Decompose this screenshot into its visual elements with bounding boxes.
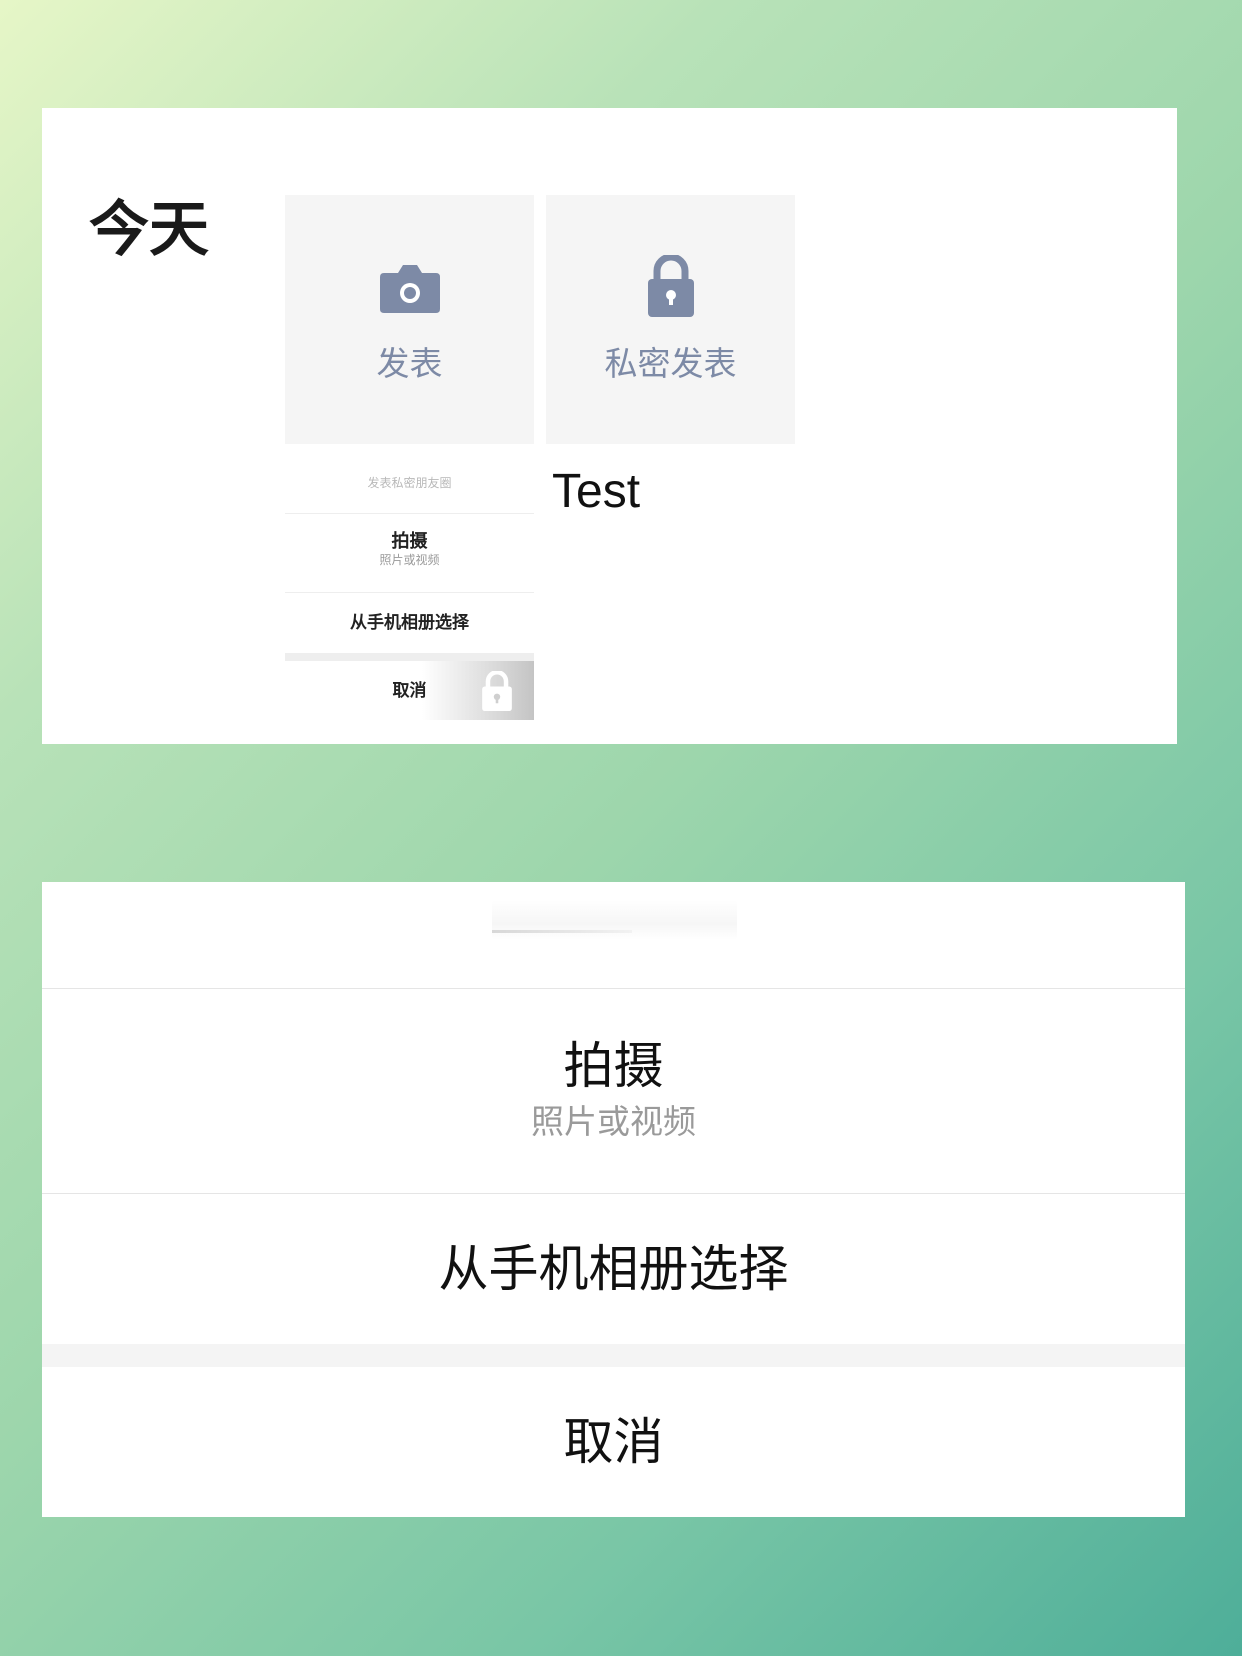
mini-shoot-label: 拍摄 [391, 531, 428, 552]
blurred-title [492, 900, 737, 940]
mini-cancel-label: 取消 [392, 681, 427, 701]
private-post-button[interactable]: 私密发表 [546, 195, 795, 444]
album-option[interactable]: 从手机相册选择 [42, 1194, 1185, 1344]
shoot-option[interactable]: 拍摄 照片或视频 [42, 989, 1185, 1194]
sheet-divider [42, 1344, 1185, 1367]
mini-divider [285, 653, 534, 661]
moments-card: 今天 发表 私密发表 Test 发表私密朋友圈 拍摄 照片或视频 从手机相册选择… [42, 108, 1177, 744]
lock-icon [482, 671, 512, 711]
cancel-button[interactable]: 取消 [42, 1367, 1185, 1517]
shoot-label: 拍摄 [563, 1037, 664, 1095]
lock-icon [647, 255, 694, 317]
mini-shoot-option: 拍摄 照片或视频 [285, 514, 534, 593]
post-label: 发表 [376, 344, 443, 383]
blurred-title-line [492, 930, 632, 933]
test-label: Test [552, 465, 641, 518]
mini-album-option: 从手机相册选择 [350, 613, 469, 633]
action-sheet: 拍摄 照片或视频 从手机相册选择 取消 [42, 882, 1185, 1517]
post-button[interactable]: 发表 [285, 195, 534, 444]
action-sheet-header [42, 882, 1185, 989]
mini-cancel-option: 取消 [285, 661, 534, 720]
mini-sheet-header: 发表私密朋友圈 [285, 453, 534, 514]
camera-icon [379, 265, 440, 313]
mini-sheet-preview: 发表私密朋友圈 拍摄 照片或视频 从手机相册选择 取消 [285, 453, 534, 720]
private-post-label: 私密发表 [604, 344, 737, 383]
mini-shoot-sub: 照片或视频 [379, 552, 440, 567]
shoot-sublabel: 照片或视频 [531, 1102, 696, 1141]
day-label: 今天 [89, 195, 209, 265]
